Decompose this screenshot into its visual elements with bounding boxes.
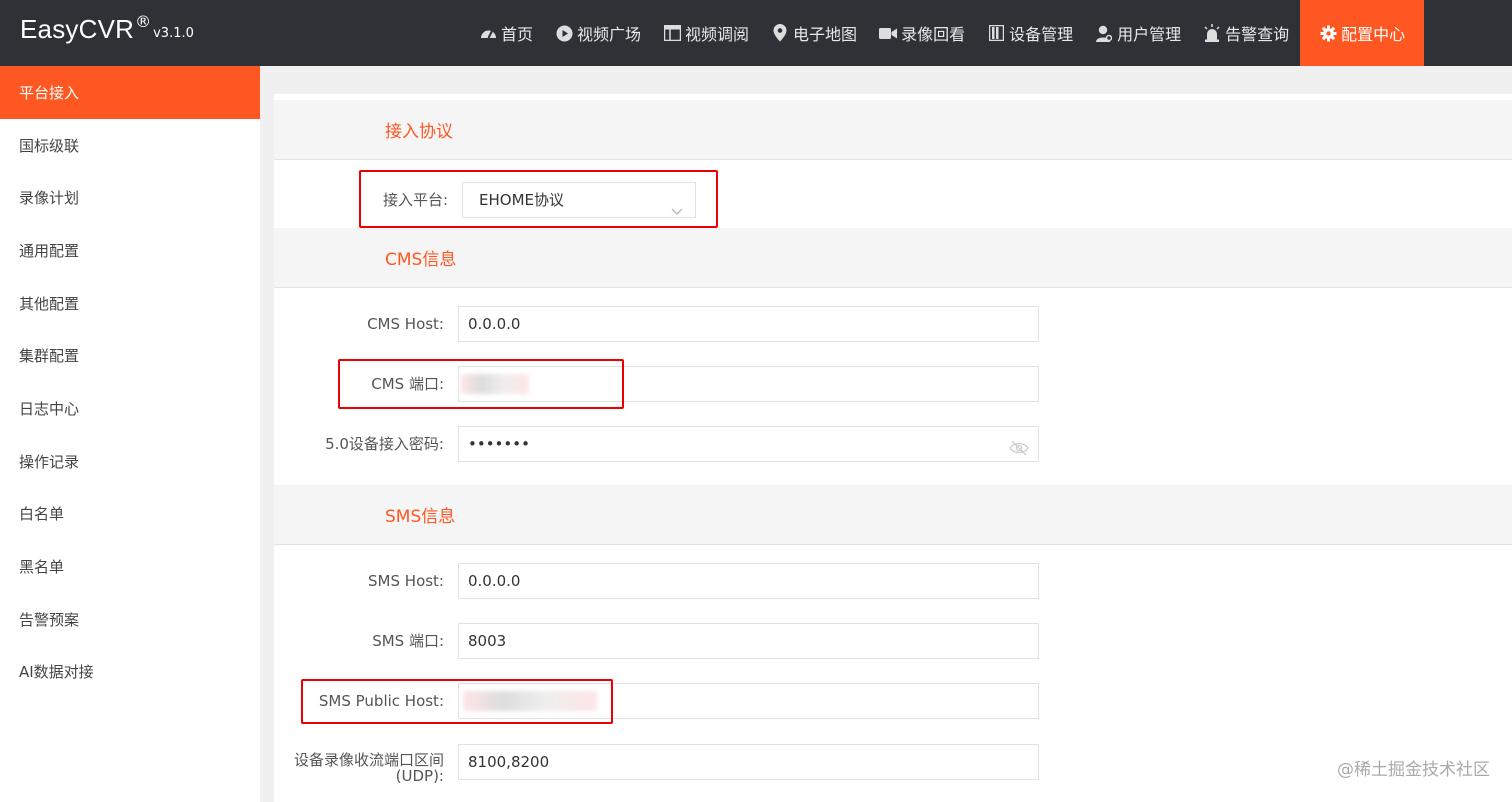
udp-range-label-line1: 设备录像收流端口区间 <box>293 751 444 769</box>
nav-playback[interactable]: 录像回看 <box>868 0 976 66</box>
section-title-protocol: 接入协议 <box>274 100 1512 160</box>
nav-config-center-label: 配置中心 <box>1341 25 1406 44</box>
platform-select-value: EHOME协议 <box>479 191 564 209</box>
cms-host-label: CMS Host: <box>367 315 444 333</box>
nav-video-square-label: 视频广场 <box>577 25 642 44</box>
sms-host-input[interactable]: 0.0.0.0 <box>458 563 1039 599</box>
form-row-udp-range: 设备录像收流端口区间 (UDP): 8100,8200 <box>274 744 1512 784</box>
sms-public-host-label: SMS Public Host: <box>318 692 444 710</box>
udp-range-input[interactable]: 8100,8200 <box>458 744 1039 780</box>
brand-name: EasyCVR <box>20 14 135 44</box>
sidebar-item-alarm-plan[interactable]: 告警预案 <box>0 593 260 646</box>
redacted-blur <box>461 374 529 394</box>
sidebar-item-platform-access[interactable]: 平台接入 <box>0 66 260 119</box>
nav-map[interactable]: 电子地图 <box>760 0 868 66</box>
form-row-platform: 接入平台: EHOME协议 <box>274 182 1512 218</box>
sms-public-host-input[interactable] <box>458 683 1039 719</box>
eye-hidden-icon[interactable] <box>1009 435 1029 469</box>
device-icon <box>987 24 1005 42</box>
udp-range-label: 设备录像收流端口区间 (UDP): <box>294 752 444 784</box>
video-camera-icon <box>879 24 898 42</box>
nav-video-view-label: 视频调阅 <box>685 25 750 44</box>
nav-map-label: 电子地图 <box>793 25 858 44</box>
play-icon <box>555 24 573 42</box>
chevron-down-icon <box>671 194 683 228</box>
udp-range-label-line2: (UDP): <box>395 767 444 785</box>
nav-device-manage[interactable]: 设备管理 <box>976 0 1084 66</box>
form-row-device-password: 5.0设备接入密码: ••••••• <box>274 426 1512 462</box>
nav-config-center[interactable]: 配置中心 <box>1300 0 1425 66</box>
sidebar-item-other-config[interactable]: 其他配置 <box>0 277 260 330</box>
sidebar: 平台接入 国标级联 录像计划 通用配置 其他配置 集群配置 日志中心 操作记录 … <box>0 66 260 802</box>
platform-select[interactable]: EHOME协议 <box>462 182 696 218</box>
sidebar-item-gb-cascade[interactable]: 国标级联 <box>0 119 260 172</box>
main-nav: 首页 视频广场 视频调阅 电子地图 录像回看 设备管理 用户管理 告警查询 配置… <box>468 0 1425 66</box>
sidebar-item-record-plan[interactable]: 录像计划 <box>0 171 260 224</box>
sidebar-item-operation-log[interactable]: 操作记录 <box>0 435 260 488</box>
form-row-cms-host: CMS Host: 0.0.0.0 <box>274 306 1512 342</box>
nav-video-square[interactable]: 视频广场 <box>544 0 652 66</box>
cms-host-value: 0.0.0.0 <box>468 315 521 333</box>
cms-port-label: CMS 端口: <box>371 375 444 393</box>
sidebar-item-blacklist[interactable]: 黑名单 <box>0 540 260 593</box>
form-row-sms-public-host: SMS Public Host: <box>274 683 1512 719</box>
nav-device-manage-label: 设备管理 <box>1009 25 1074 44</box>
nav-home-label: 首页 <box>501 25 534 44</box>
alarm-icon <box>1203 24 1221 42</box>
nav-home[interactable]: 首页 <box>468 0 544 66</box>
form-row-cms-port: CMS 端口: <box>274 366 1512 402</box>
cms-port-input[interactable] <box>458 366 1039 402</box>
sms-host-value: 0.0.0.0 <box>468 572 521 590</box>
section-title-sms: SMS信息 <box>274 485 1512 545</box>
form-row-sms-port: SMS 端口: 8003 <box>274 623 1512 659</box>
dashboard-icon <box>479 24 497 42</box>
nav-playback-label: 录像回看 <box>901 25 966 44</box>
cms-host-input[interactable]: 0.0.0.0 <box>458 306 1039 342</box>
redacted-blur <box>463 691 597 711</box>
layout-icon <box>663 24 681 42</box>
sidebar-item-log-center[interactable]: 日志中心 <box>0 382 260 435</box>
sms-host-label: SMS Host: <box>368 572 444 590</box>
nav-alarm-query-label: 告警查询 <box>1225 25 1290 44</box>
nav-alarm-query[interactable]: 告警查询 <box>1192 0 1300 66</box>
nav-video-view[interactable]: 视频调阅 <box>652 0 760 66</box>
device-password-input[interactable]: ••••••• <box>458 426 1039 462</box>
watermark: @稀土掘金技术社区 <box>1337 760 1490 780</box>
brand-version: v3.1.0 <box>153 26 194 41</box>
device-password-label: 5.0设备接入密码: <box>325 435 444 453</box>
sms-port-value: 8003 <box>468 632 507 650</box>
form-row-sms-host: SMS Host: 0.0.0.0 <box>274 563 1512 599</box>
sidebar-item-whitelist[interactable]: 白名单 <box>0 488 260 541</box>
nav-user-manage[interactable]: 用户管理 <box>1084 0 1192 66</box>
sidebar-item-cluster-config[interactable]: 集群配置 <box>0 329 260 382</box>
udp-range-value: 8100,8200 <box>468 753 550 771</box>
brand-registered-mark: ® <box>135 12 152 31</box>
sms-port-label: SMS 端口: <box>372 632 444 650</box>
sidebar-item-general-config[interactable]: 通用配置 <box>0 224 260 277</box>
map-pin-icon <box>771 24 789 42</box>
brand-logo: EasyCVR ® v3.1.0 <box>20 12 194 45</box>
sidebar-item-ai-data[interactable]: AI数据对接 <box>0 646 260 699</box>
config-form-panel: 接入协议 接入平台: EHOME协议 CMS信息 CMS Host: 0.0.0… <box>274 94 1512 802</box>
sms-port-input[interactable]: 8003 <box>458 623 1039 659</box>
top-navbar: EasyCVR ® v3.1.0 首页 视频广场 视频调阅 电子地图 录像回看 … <box>0 0 1512 66</box>
device-password-value: ••••••• <box>468 435 530 453</box>
platform-label: 接入平台: <box>382 191 448 209</box>
user-icon <box>1095 24 1113 42</box>
nav-user-manage-label: 用户管理 <box>1117 25 1182 44</box>
section-title-cms: CMS信息 <box>274 228 1512 288</box>
gear-icon <box>1319 24 1337 42</box>
